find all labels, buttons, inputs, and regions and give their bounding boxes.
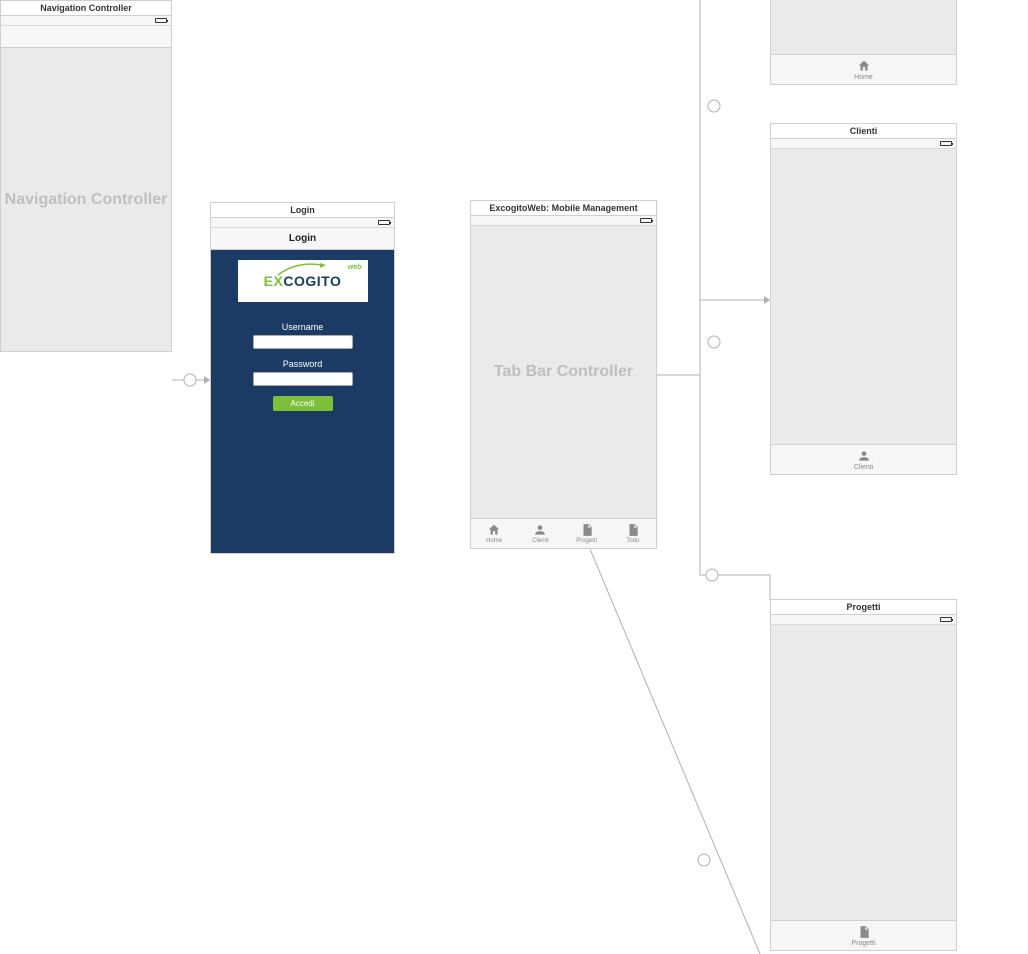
document-icon bbox=[857, 925, 871, 939]
scene-empty-body bbox=[771, 0, 956, 54]
scene-empty-body bbox=[771, 625, 956, 920]
users-icon bbox=[857, 449, 871, 463]
navigation-controller-placeholder: Navigation Controller bbox=[1, 48, 171, 351]
scene-progetti: Progetti Progetti bbox=[770, 599, 957, 951]
scene-title: Progetti bbox=[771, 600, 956, 615]
scene-title: Clienti bbox=[771, 124, 956, 139]
tab-label: Progetti bbox=[851, 940, 875, 947]
login-body: EXCOGITO web Username Password Accedi bbox=[211, 250, 394, 553]
app-logo: EXCOGITO web bbox=[238, 260, 368, 302]
login-button[interactable]: Accedi bbox=[273, 396, 333, 411]
users-icon bbox=[533, 523, 547, 537]
password-input[interactable] bbox=[253, 372, 353, 386]
nav-bar bbox=[1, 26, 171, 48]
tab-bar-controller-placeholder: Tab Bar Controller bbox=[471, 226, 656, 518]
scene-empty-body bbox=[771, 149, 956, 444]
tab-bar: Clienti bbox=[771, 444, 956, 474]
scene-clienti: Clienti Clienti bbox=[770, 123, 957, 475]
status-bar bbox=[211, 218, 394, 228]
tab-label: Todo bbox=[626, 538, 639, 544]
document-icon bbox=[580, 523, 594, 537]
logo-subtext: web bbox=[348, 264, 362, 271]
tab-bar: Home bbox=[771, 54, 956, 84]
scene-login: Login Login EXCOGITO web Username Passwo… bbox=[210, 202, 395, 554]
status-bar bbox=[771, 615, 956, 625]
status-bar bbox=[471, 216, 656, 226]
nav-bar-title: Login bbox=[211, 228, 394, 250]
scene-title: Navigation Controller bbox=[1, 1, 171, 16]
tab-progetti[interactable]: Progetti bbox=[564, 519, 610, 548]
tab-label: Progetti bbox=[576, 538, 597, 544]
password-label: Password bbox=[283, 359, 323, 369]
scene-title: ExcogitoWeb: Mobile Management bbox=[471, 201, 656, 216]
home-icon bbox=[857, 59, 871, 73]
logo-arrow-icon bbox=[276, 263, 326, 277]
tab-clienti[interactable]: Clienti bbox=[517, 519, 563, 548]
tab-bar: Progetti bbox=[771, 920, 956, 950]
status-bar bbox=[771, 139, 956, 149]
tab-label: Home bbox=[486, 538, 502, 544]
home-icon bbox=[487, 523, 501, 537]
tab-label: Home bbox=[854, 74, 873, 81]
tab-home[interactable]: Home bbox=[471, 519, 517, 548]
tab-todo[interactable]: Todo bbox=[610, 519, 656, 548]
username-label: Username bbox=[282, 322, 324, 332]
document-icon bbox=[626, 523, 640, 537]
scene-tab-bar-controller: ExcogitoWeb: Mobile Management Tab Bar C… bbox=[470, 200, 657, 549]
status-bar bbox=[1, 16, 171, 26]
tab-bar: Home Clienti Progetti Todo bbox=[471, 518, 656, 548]
scene-home: Home bbox=[770, 0, 957, 85]
scene-title: Login bbox=[211, 203, 394, 218]
tab-label: Clienti bbox=[854, 464, 873, 471]
tab-label: Clienti bbox=[532, 538, 549, 544]
username-input[interactable] bbox=[253, 335, 353, 349]
scene-navigation-controller: Navigation Controller Navigation Control… bbox=[0, 0, 172, 352]
